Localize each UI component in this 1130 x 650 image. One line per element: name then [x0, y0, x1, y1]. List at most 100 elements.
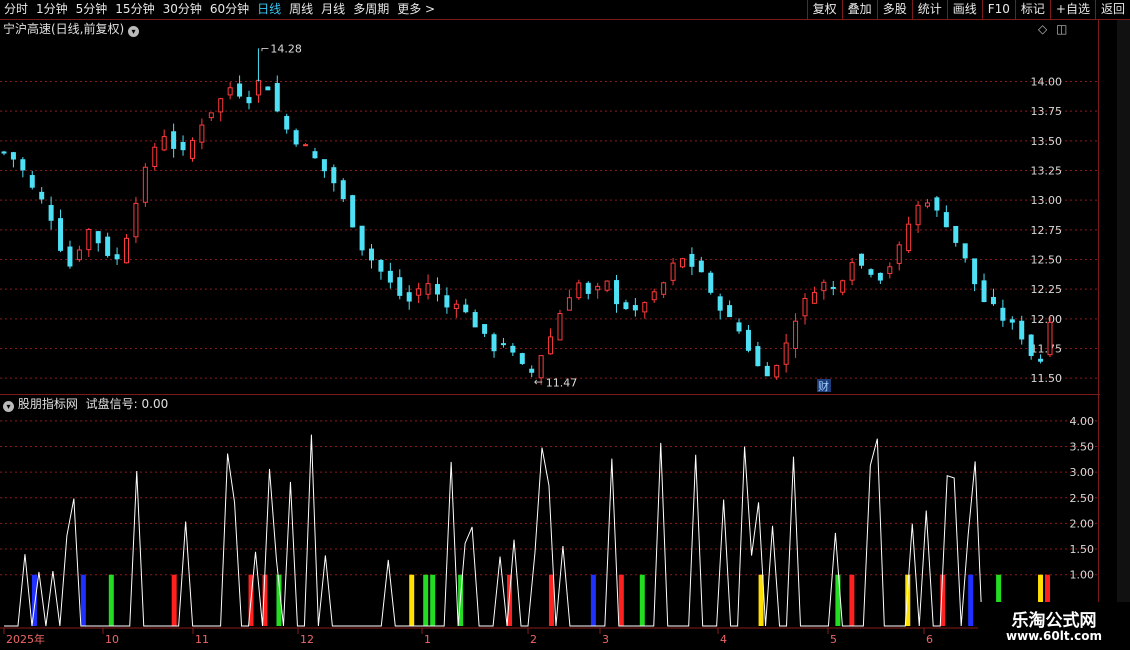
low-label: 11.47: [546, 377, 578, 390]
candle-body-38: [359, 225, 365, 251]
candle-body-89: [840, 280, 846, 293]
candle-body-37: [350, 195, 356, 228]
signal-bar-121: [849, 574, 855, 626]
candle-body-50: [472, 312, 478, 328]
price-tick-2: 12.00: [1031, 313, 1063, 326]
date-label-8: 5: [830, 633, 837, 646]
price-tick-5: 12.75: [1031, 224, 1063, 237]
candle-body-23: [218, 98, 224, 113]
candle-body-13: [124, 237, 130, 264]
candle-body-108: [1019, 320, 1025, 340]
candle-body-97: [915, 204, 921, 226]
signal-bar-61: [430, 574, 436, 626]
candle-body-109: [1028, 334, 1034, 357]
candle-body-56: [529, 368, 535, 373]
candle-body-45: [425, 283, 431, 295]
signal-tick-6: 4.00: [1070, 415, 1095, 428]
candle-body-53: [500, 343, 506, 346]
candle-body-106: [1000, 307, 1006, 321]
watermark: 乐淘公式网 www.60lt.com: [978, 602, 1130, 650]
candle-body-94: [887, 266, 893, 275]
candle-body-66: [623, 302, 629, 310]
candle-body-64: [604, 280, 610, 291]
candle-body-39: [369, 248, 375, 261]
candle-body-99: [934, 197, 940, 211]
candle-body-24: [227, 87, 233, 96]
candle-body-33: [312, 151, 318, 159]
candle-body-29: [274, 83, 280, 112]
signal-line: [4, 434, 1046, 627]
signal-bar-119: [835, 574, 841, 626]
candle-body-30: [284, 116, 290, 130]
signal-tick-5: 3.50: [1070, 440, 1095, 453]
candle-body-2: [20, 159, 26, 171]
candle-body-20: [189, 139, 195, 159]
signal-tick-3: 2.50: [1070, 492, 1095, 505]
candle-body-11: [105, 236, 111, 256]
date-label-5: 2: [530, 633, 537, 646]
candle-body-42: [397, 277, 403, 296]
candle-body-111: [1047, 321, 1053, 356]
event-badge: 财: [818, 379, 829, 393]
candle-body-57: [538, 355, 544, 379]
candle-body-9: [86, 228, 92, 251]
signal-bar-84: [590, 574, 596, 626]
candle-body-55: [519, 353, 525, 364]
candle-body-4: [39, 191, 45, 200]
stock-chart[interactable]: 11.5011.7512.0012.2512.5012.7513.0013.25…: [0, 0, 1130, 650]
price-tick-3: 12.25: [1031, 283, 1063, 296]
high-label: 14.28: [270, 42, 302, 55]
low-arrow: ←: [534, 376, 543, 389]
candle-body-92: [868, 269, 874, 275]
candle-body-61: [576, 282, 582, 299]
candle-body-47: [444, 295, 450, 308]
candle-body-28: [265, 86, 271, 91]
candle-body-80: [755, 346, 761, 367]
candle-body-15: [142, 166, 148, 203]
candle-body-14: [133, 202, 139, 238]
candle-body-69: [651, 291, 657, 301]
candle-body-98: [924, 202, 930, 207]
candle-body-76: [717, 296, 723, 311]
candle-body-68: [642, 302, 648, 313]
date-label-0: 2025年: [6, 632, 45, 646]
candle-body-43: [406, 292, 412, 302]
candle-body-51: [482, 324, 488, 334]
candle-body-1: [10, 152, 16, 160]
candle-body-31: [293, 130, 299, 145]
candle-body-12: [114, 254, 120, 260]
candle-body-40: [378, 259, 384, 272]
candle-body-62: [585, 282, 591, 294]
price-tick-8: 13.50: [1031, 135, 1063, 148]
candle-body-93: [877, 272, 883, 281]
candle-body-71: [670, 262, 676, 281]
candle-body-26: [246, 96, 252, 104]
candle-body-101: [953, 225, 959, 243]
high-arrow: ⌐: [260, 42, 269, 55]
candle-body-67: [632, 305, 638, 311]
signal-tick-0: 1.00: [1070, 569, 1095, 582]
candle-body-49: [463, 304, 469, 313]
candle-body-107: [1009, 319, 1015, 323]
watermark-title: 乐淘公式网: [1011, 611, 1097, 631]
candle-body-86: [811, 292, 817, 304]
watermark-url: www.60lt.com: [1005, 629, 1103, 643]
candle-body-52: [491, 334, 497, 352]
candle-body-8: [76, 249, 82, 261]
signal-tick-2: 2.00: [1070, 517, 1095, 530]
candle-body-18: [171, 131, 177, 149]
candle-body-104: [981, 280, 987, 303]
candle-body-46: [434, 284, 440, 295]
date-label-9: 6: [926, 633, 933, 646]
candle-body-58: [548, 336, 554, 355]
candle-body-10: [95, 231, 101, 244]
signal-bar-138: [968, 574, 974, 626]
candle-body-41: [387, 270, 393, 283]
candle-body-17: [161, 136, 167, 151]
date-label-2: 11: [195, 633, 209, 646]
candle-body-6: [58, 218, 64, 251]
candle-body-65: [614, 280, 620, 305]
candle-body-22: [208, 112, 214, 119]
candle-body-72: [679, 258, 685, 268]
candle-body-95: [896, 244, 902, 264]
